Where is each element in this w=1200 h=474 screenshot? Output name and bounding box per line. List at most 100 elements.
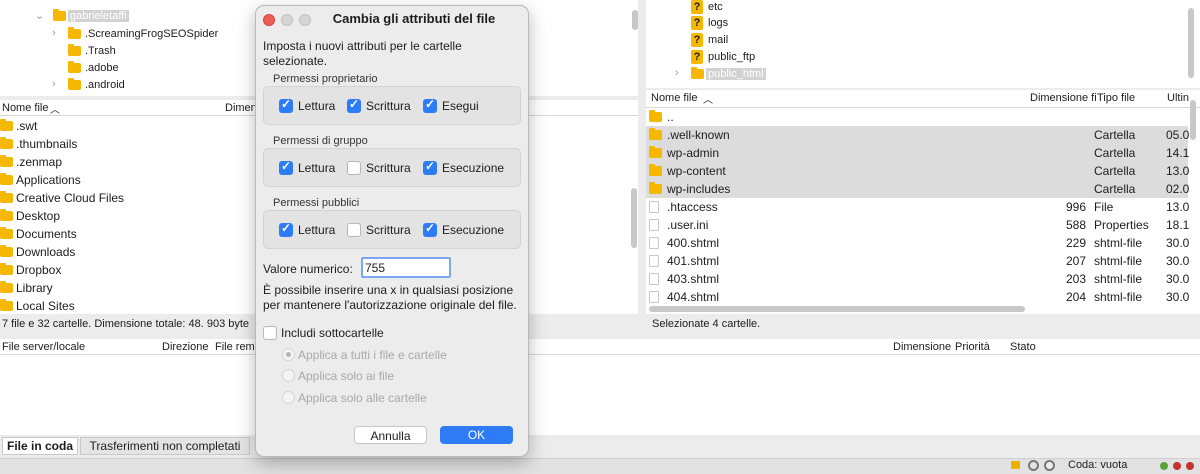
table-row[interactable]: .htaccess 996 File 13.0	[646, 198, 1189, 216]
column-type[interactable]: Tipo file	[1097, 92, 1135, 104]
tab-label: Trasferimenti non completati	[89, 439, 241, 453]
table-row[interactable]: 404.shtml 204 shtml-file 30.0	[646, 288, 1189, 306]
group-exec-checkbox[interactable]	[423, 159, 437, 175]
folder-icon	[0, 227, 13, 239]
scrollbar[interactable]	[1188, 8, 1194, 78]
chevron-down-icon[interactable]: ⌄	[35, 9, 44, 22]
tree-item-label: mail	[708, 34, 729, 46]
tree-item[interactable]: ? etc	[646, 0, 1146, 17]
chevron-right-icon[interactable]: ›	[675, 67, 679, 79]
file-name: .htaccess	[667, 200, 718, 214]
column-direction[interactable]: Direzione	[162, 341, 208, 353]
table-row[interactable]: .well-known Cartella 05.0	[646, 126, 1189, 144]
owner-read-checkbox[interactable]	[279, 97, 293, 113]
checkbox-label: Lettura	[298, 99, 336, 113]
queue-pane[interactable]: File server/locale Direzione File remo D…	[0, 339, 1200, 435]
apply-all-label: Applica a tutti i file e cartelle	[298, 348, 447, 362]
file-size: 204	[1065, 290, 1086, 304]
tab-failed-transfers[interactable]: Trasferimenti non completati	[80, 437, 250, 455]
list-item-parent[interactable]: ..	[646, 108, 1200, 126]
scrollbar[interactable]	[632, 10, 638, 30]
public-read-checkbox[interactable]	[279, 221, 293, 237]
owner-permissions-label: Permessi proprietario	[273, 73, 378, 85]
ok-button[interactable]: OK	[440, 426, 513, 444]
column-size[interactable]: Dimen	[225, 102, 257, 114]
sort-ascending-icon[interactable]: ︿	[703, 91, 713, 106]
tree-item[interactable]: ? public_ftp	[646, 50, 1146, 67]
file-name: .swt	[16, 119, 38, 133]
folder-icon	[0, 119, 13, 131]
remote-list-pane[interactable]: Nome file ︿ Dimensione fi Tipo file Ulti…	[646, 90, 1200, 314]
apply-dirs-radio[interactable]	[282, 391, 295, 404]
file-name: Creative Cloud Files	[16, 191, 125, 205]
file-modified: 30.0	[1166, 272, 1190, 286]
folder-icon	[0, 137, 13, 149]
column-size[interactable]: Dimensione fi	[1030, 92, 1097, 104]
speed-icon[interactable]	[1044, 460, 1055, 471]
file-modified: 30.0	[1166, 236, 1190, 250]
horizontal-scrollbar[interactable]	[649, 306, 1025, 312]
table-row[interactable]: 400.shtml 229 shtml-file 30.0	[646, 234, 1190, 252]
status-light-green-icon	[1160, 462, 1168, 470]
file-modified: 13.0	[1166, 164, 1190, 178]
chevron-right-icon[interactable]: ›	[52, 78, 56, 90]
tree-item[interactable]: ? logs	[646, 16, 1146, 33]
table-row[interactable]: .user.ini 588 Properties 18.1	[646, 216, 1189, 234]
tree-item-selected[interactable]: › public_html	[646, 66, 1146, 83]
unknown-folder-icon: ?	[691, 33, 703, 47]
dialog-intro: Imposta i nuovi attributi per le cartell…	[263, 39, 462, 68]
public-exec-checkbox[interactable]	[423, 221, 437, 237]
apply-dirs-label: Applica solo alle cartelle	[298, 391, 427, 405]
file-name: Documents	[16, 227, 77, 241]
local-status: 7 file e 32 cartelle. Dimensione totale:…	[2, 318, 250, 330]
column-last-modified[interactable]: Ultin	[1167, 92, 1189, 104]
file-modified: 02.0	[1166, 182, 1190, 196]
file-type: Properties	[1094, 218, 1149, 232]
numeric-value-input[interactable]: 755	[361, 257, 451, 278]
checkbox-label: Esecuzione	[442, 161, 505, 175]
table-row[interactable]: wp-includes Cartella 02.0	[646, 180, 1190, 198]
tree-item-label: public_html	[706, 68, 766, 80]
file-type: Cartella	[1094, 128, 1136, 142]
folder-icon	[0, 299, 13, 311]
group-read-checkbox[interactable]	[279, 159, 293, 175]
apply-files-radio[interactable]	[282, 369, 295, 382]
checkbox-label: Scrittura	[366, 161, 411, 175]
scrollbar[interactable]	[631, 188, 637, 248]
sort-ascending-icon[interactable]: ︿	[50, 101, 60, 116]
file-icon	[649, 255, 659, 267]
table-row[interactable]: wp-content Cartella 13.0	[646, 162, 1190, 180]
table-row[interactable]: wp-admin Cartella 14.1	[646, 144, 1190, 162]
file-type: shtml-file	[1094, 290, 1143, 304]
cancel-button[interactable]: Annulla	[354, 426, 427, 444]
table-row[interactable]: 403.shtml 203 shtml-file 30.0	[646, 270, 1190, 288]
public-write-checkbox[interactable]	[347, 223, 361, 237]
tab-queue[interactable]: File in coda	[2, 437, 78, 455]
column-size[interactable]: Dimensione	[893, 341, 951, 353]
column-name[interactable]: Nome file	[2, 102, 48, 114]
owner-write-checkbox[interactable]	[347, 97, 361, 113]
column-name[interactable]: Nome file	[651, 92, 697, 104]
group-permissions-group: Lettura Scrittura Esecuzione	[263, 148, 521, 187]
file-size: 588	[1065, 218, 1086, 232]
column-priority[interactable]: Priorità	[955, 341, 990, 353]
gear-icon[interactable]	[1028, 460, 1039, 471]
column-file[interactable]: File server/locale	[2, 341, 85, 353]
remote-tree-pane[interactable]: ? etc ? logs ? mail ? public_ftp › publi…	[646, 0, 1200, 88]
status-light-red-icon	[1186, 462, 1194, 470]
folder-icon	[0, 173, 13, 185]
file-name: .zenmap	[16, 155, 63, 169]
file-modified: 14.1	[1166, 146, 1190, 160]
column-state[interactable]: Stato	[1010, 341, 1036, 353]
owner-exec-checkbox[interactable]	[423, 97, 437, 113]
table-row[interactable]: 401.shtml 207 shtml-file 30.0	[646, 252, 1189, 270]
chevron-right-icon[interactable]: ›	[52, 27, 56, 39]
scrollbar[interactable]	[1190, 100, 1196, 140]
tree-item[interactable]: ? mail	[646, 33, 1146, 50]
include-subfolders-checkbox[interactable]	[263, 326, 277, 340]
group-write-checkbox[interactable]	[347, 161, 361, 175]
file-type: shtml-file	[1094, 254, 1143, 268]
apply-all-radio[interactable]	[282, 348, 295, 361]
column-remote-file[interactable]: File remo	[215, 341, 261, 353]
folder-icon	[691, 67, 704, 79]
